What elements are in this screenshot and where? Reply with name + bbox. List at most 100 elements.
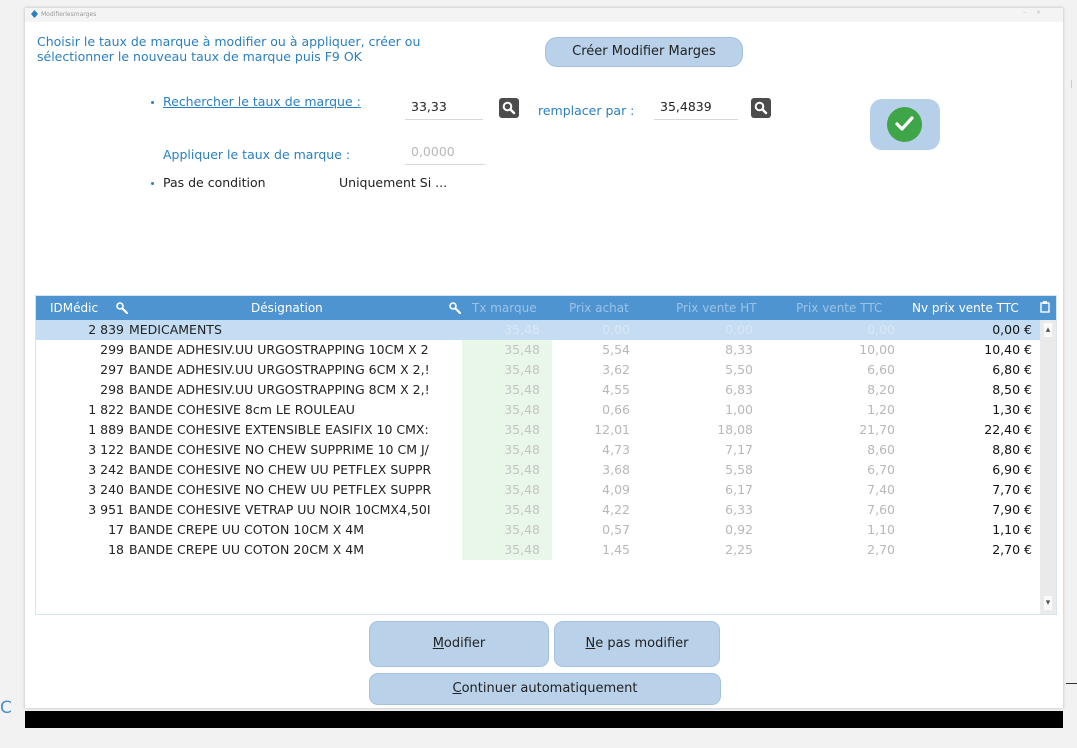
window-controls[interactable]: –×: [1023, 9, 1051, 16]
cell-margin-rate: 35,48: [462, 340, 552, 360]
cell-designation: BANDE COHESIVE EXTENSIBLE EASIFIX 10 CMX…: [129, 422, 429, 437]
cell-new-price: 8,80 €: [992, 442, 1032, 457]
cell-price-ht: 1,00: [725, 402, 753, 417]
cell-id: 18: [108, 542, 124, 557]
cell-price-ttc: 6,60: [867, 362, 895, 377]
scroll-down-arrow[interactable]: ▾: [1044, 596, 1052, 610]
modify-mnemonic: M: [432, 636, 444, 651]
apply-margin-label: Appliquer le taux de marque :: [163, 147, 351, 162]
scroll-up-arrow[interactable]: ▴: [1044, 323, 1052, 337]
magnifier-icon: [754, 101, 768, 115]
cell-purchase-price: 5,54: [602, 342, 630, 357]
create-modify-margins-button[interactable]: Créer Modifier Marges: [545, 37, 743, 67]
col-header-purchase-price[interactable]: Prix achat: [569, 296, 629, 320]
cell-id: 3 951: [88, 502, 124, 517]
cell-new-price: 0,00 €: [992, 322, 1032, 337]
do-not-modify-mnemonic: N: [585, 636, 596, 651]
bottom-black-bar: [25, 711, 1063, 728]
cell-purchase-price: 0,66: [602, 402, 630, 417]
col-header-margin-rate[interactable]: Tx marque: [472, 296, 537, 320]
cell-margin-rate: 35,48: [462, 520, 552, 540]
cell-price-ttc: 7,60: [867, 502, 895, 517]
cell-new-price: 1,30 €: [992, 402, 1032, 417]
bullet-icon: [151, 101, 154, 104]
cell-new-price: 6,80 €: [992, 362, 1032, 377]
table-row[interactable]: 1 889 BANDE COHESIVE EXTENSIBLE EASIFIX 1…: [36, 420, 1040, 440]
cell-purchase-price: 1,45: [602, 542, 630, 557]
cell-new-price: 22,40 €: [984, 422, 1032, 437]
do-not-modify-button[interactable]: Ne pas modifier: [554, 621, 720, 667]
col-header-new-price[interactable]: Nv prix vente TTC: [912, 296, 1019, 320]
modify-button[interactable]: Modifier: [369, 621, 549, 667]
table-row[interactable]: 3 122 BANDE COHESIVE NO CHEW SUPPRIME 10 …: [36, 440, 1040, 460]
search-button[interactable]: [499, 98, 519, 118]
col-header-price-ht[interactable]: Prix vente HT: [676, 296, 757, 320]
cell-purchase-price: 4,55: [602, 382, 630, 397]
ok-button[interactable]: [870, 99, 940, 150]
search-margin-input[interactable]: 33,33: [405, 94, 483, 120]
col-header-id[interactable]: IDMédic: [50, 296, 98, 320]
table-row[interactable]: 2 839 MEDICAMENTS 35,48 0,00 0,00 0,00 0,00 €: [36, 320, 1040, 340]
edge-text-fragment: C: [0, 698, 12, 718]
cell-margin-rate: 35,48: [462, 320, 552, 340]
col-header-designation[interactable]: Désignation: [251, 296, 323, 320]
cell-purchase-price: 4,09: [602, 482, 630, 497]
col-header-price-ttc[interactable]: Prix vente TTC: [796, 296, 882, 320]
cell-new-price: 8,50 €: [992, 382, 1032, 397]
cell-purchase-price: 3,62: [602, 362, 630, 377]
replace-by-input[interactable]: 35,4839: [654, 94, 738, 120]
cell-margin-rate: 35,48: [462, 440, 552, 460]
search-margin-label[interactable]: Rechercher le taux de marque :: [163, 94, 361, 109]
table-row[interactable]: 3 240 BANDE COHESIVE NO CHEW UU PETFLEX S…: [36, 480, 1040, 500]
sort-search-icon[interactable]: [448, 301, 462, 315]
only-if-option[interactable]: Uniquement Si ...: [339, 175, 447, 190]
cell-price-ht: 7,17: [725, 442, 753, 457]
cell-designation: BANDE ADHESIV.UU URGOSTRAPPING 8CM X 2,!: [129, 382, 430, 397]
table-row[interactable]: 17 BANDE CREPE UU COTON 10CM X 4M 35,48 0,5…: [36, 520, 1040, 540]
cell-price-ht: 0,00: [725, 322, 753, 337]
table-row[interactable]: 18 BANDE CREPE UU COTON 20CM X 4M 35,48 1,4…: [36, 540, 1040, 560]
cell-price-ht: 8,33: [725, 342, 753, 357]
cell-new-price: 7,90 €: [992, 502, 1032, 517]
cell-margin-rate: 35,48: [462, 400, 552, 420]
search-margin-label-text: Rechercher le taux de marque :: [163, 94, 361, 109]
table-row[interactable]: 299 BANDE ADHESIV.UU URGOSTRAPPING 10CM X…: [36, 340, 1040, 360]
cell-price-ttc: 21,70: [859, 422, 895, 437]
cell-id: 2 839: [88, 322, 124, 337]
no-condition-option[interactable]: Pas de condition: [163, 175, 266, 190]
apply-margin-input[interactable]: 0,0000: [405, 139, 485, 165]
cell-designation: MEDICAMENTS: [129, 322, 222, 337]
table-row[interactable]: 298 BANDE ADHESIV.UU URGOSTRAPPING 8CM X …: [36, 380, 1040, 400]
cell-price-ttc: 7,40: [867, 482, 895, 497]
cell-designation: BANDE COHESIVE 8cm LE ROULEAU: [129, 402, 355, 417]
cell-purchase-price: 12,01: [594, 422, 630, 437]
cell-price-ttc: 1,10: [867, 522, 895, 537]
cell-margin-rate: 35,48: [462, 540, 552, 560]
cell-id: 3 240: [88, 482, 124, 497]
cell-id: 1 822: [88, 402, 124, 417]
vertical-scrollbar[interactable]: ▴ ▾: [1040, 320, 1056, 614]
cell-designation: BANDE COHESIVE NO CHEW UU PETFLEX SUPPR: [129, 482, 432, 497]
window-title: Modifierlesmarges: [41, 11, 97, 18]
table-row[interactable]: 3 242 BANDE COHESIVE NO CHEW UU PETFLEX S…: [36, 460, 1040, 480]
magnifier-icon: [502, 101, 516, 115]
sort-search-icon[interactable]: [115, 301, 129, 315]
cell-new-price: 6,90 €: [992, 462, 1032, 477]
cell-price-ht: 6,33: [725, 502, 753, 517]
replace-by-label: remplacer par :: [538, 103, 635, 118]
cell-new-price: 1,10 €: [992, 522, 1032, 537]
table-row[interactable]: 297 BANDE ADHESIV.UU URGOSTRAPPING 6CM X …: [36, 360, 1040, 380]
table-row[interactable]: 1 822 BANDE COHESIVE 8cm LE ROULEAU 35,48 0…: [36, 400, 1040, 420]
cell-purchase-price: 4,22: [602, 502, 630, 517]
cell-margin-rate: 35,48: [462, 360, 552, 380]
replace-search-button[interactable]: [751, 98, 771, 118]
cell-price-ht: 0,92: [725, 522, 753, 537]
cell-id: 3 242: [88, 462, 124, 477]
table-row[interactable]: 3 951 BANDE COHESIVE VETRAP UU NOIR 10CMX…: [36, 500, 1040, 520]
do-not-modify-label-rest: e pas modifier: [595, 636, 689, 651]
cell-price-ttc: 8,60: [867, 442, 895, 457]
continue-automatically-button[interactable]: Continuer automatiquement: [369, 673, 721, 705]
table-header: IDMédic Désignation Tx marque Prix achat…: [36, 296, 1056, 320]
column-settings-icon[interactable]: [1040, 301, 1050, 313]
modify-label-rest: odifier: [443, 636, 486, 651]
